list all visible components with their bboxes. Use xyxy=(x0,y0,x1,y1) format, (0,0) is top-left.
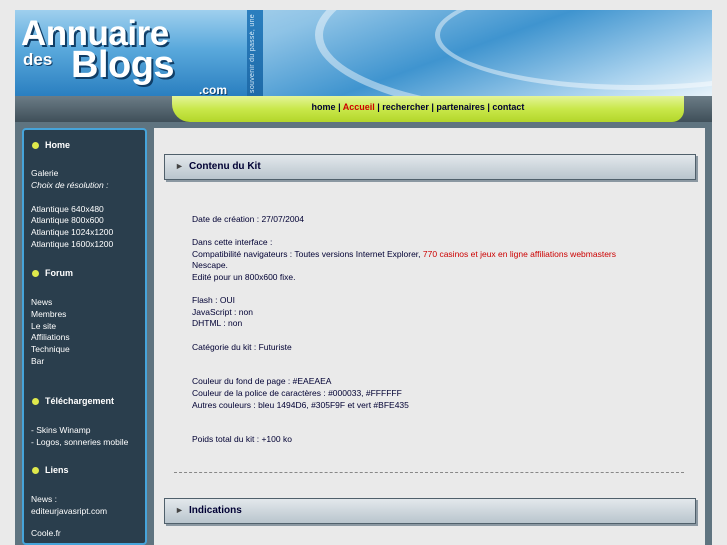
sidebar-heading-label: Téléchargement xyxy=(45,396,115,406)
kit-date: Date de création : 27/07/2004 xyxy=(192,214,304,224)
site-logo[interactable]: Annuaire des Blogs .com xyxy=(15,10,247,96)
sidebar-item-galerie[interactable]: Galerie xyxy=(31,168,113,180)
kit-autres: Autres couleurs : bleu 1494D6, #305F9F e… xyxy=(192,399,409,410)
kit-interface-label: Dans cette interface : xyxy=(192,237,273,248)
kit-categorie: Catégorie du kit : Futuriste xyxy=(192,341,292,352)
main-navigation: home | Accueil | rechercher | partenaire… xyxy=(172,102,664,112)
logo-blogs-text: Blogs xyxy=(71,44,175,86)
sidebar-item-logos-sonneries[interactable]: - Logos, sonneries mobile xyxy=(31,437,128,449)
sidebar-heading-forum: Forum xyxy=(32,268,73,278)
nav-link-contact[interactable]: contact xyxy=(492,102,524,112)
logo-tagline: souvenir du passé, une xyxy=(249,14,256,93)
sidebar-heading-liens: Liens xyxy=(32,465,69,475)
sidebar-list-forum: News Membres Le site Affiliations Techni… xyxy=(31,297,70,368)
logo-com-text: .com xyxy=(199,83,228,96)
arrow-right-icon: ► xyxy=(175,161,184,171)
sidebar-item-news-label: News : xyxy=(31,494,57,504)
kit-javascript: JavaScript : non xyxy=(192,306,253,317)
sidebar-item-affiliations[interactable]: Affiliations xyxy=(31,332,70,344)
logo-des-text: des xyxy=(23,50,53,69)
panel-title: Contenu du Kit xyxy=(189,161,261,172)
sidebar-item-coole[interactable]: Coole.fr xyxy=(31,528,107,540)
bullet-icon xyxy=(32,142,39,149)
sidebar-heading-label: Forum xyxy=(45,268,73,278)
sidebar-item-bar[interactable]: Bar xyxy=(31,356,70,368)
sidebar-heading-telechargement: Téléchargement xyxy=(32,396,114,406)
sidebar-heading-home: Home xyxy=(32,140,70,150)
nav-link-rechercher[interactable]: rechercher xyxy=(382,102,429,112)
panel-indications: ► Indications xyxy=(164,498,696,524)
sidebar-item-le-site[interactable]: Le site xyxy=(31,321,70,333)
bullet-icon xyxy=(32,467,39,474)
nav-link-accueil[interactable]: Accueil xyxy=(343,102,375,112)
nav-link-partenaires[interactable]: partenaires xyxy=(436,102,485,112)
sidebar-item-skins-winamp[interactable]: - Skins Winamp xyxy=(31,425,128,437)
panel-title: Indications xyxy=(189,505,242,516)
kit-police: Couleur de la police de caractères : #00… xyxy=(192,387,402,398)
resolution-label: Choix de résolution : xyxy=(31,179,109,190)
kit-fond: Couleur du fond de page : #EAEAEA xyxy=(192,376,332,387)
nav-link-home[interactable]: home xyxy=(312,102,336,112)
arrow-right-icon: ► xyxy=(175,505,184,515)
sidebar-heading-label: Liens xyxy=(45,465,69,475)
kit-dhtml: DHTML : non xyxy=(192,318,243,329)
sidebar-item-resolution[interactable]: Atlantique 1024x1200 xyxy=(31,227,113,239)
sidebar-list-home: Galerie Choix de résolution : Atlantique… xyxy=(31,168,113,251)
sidebar-heading-label: Home xyxy=(45,140,71,150)
kit-nescape: Nescape. xyxy=(192,260,228,271)
kit-compat: Compatibilité navigateurs : Toutes versi… xyxy=(192,249,692,261)
main-content: ► Contenu du Kit Date de création : 27/0… xyxy=(154,128,705,545)
nav-separator: | xyxy=(335,102,343,112)
kit-details: Date de création : 27/07/2004 Dans cette… xyxy=(192,214,692,446)
kit-poids: Poids total du kit : +100 ko xyxy=(192,434,292,445)
site-header: Annuaire des Blogs .com souvenir du pass… xyxy=(15,10,712,96)
sidebar-item-membres[interactable]: Membres xyxy=(31,309,70,321)
sidebar-list-liens: News : editeurjavasript.com Coole.fr xyxy=(31,494,107,539)
sidebar-item-resolution[interactable]: Atlantique 800x600 xyxy=(31,215,113,227)
logo-tagline-strip: souvenir du passé, une xyxy=(247,10,263,96)
bullet-icon xyxy=(32,398,39,405)
dotted-divider xyxy=(174,472,684,473)
sidebar: Home Galerie Choix de résolution : Atlan… xyxy=(22,128,147,545)
casino-link[interactable]: 770 casinos et jeux en ligne affiliation… xyxy=(423,249,616,259)
kit-compat-text: Compatibilité navigateurs : Toutes versi… xyxy=(192,248,421,259)
kit-flash: Flash : OUI xyxy=(192,295,235,306)
kit-edite: Edité pour un 800x600 fixe. xyxy=(192,271,296,282)
sidebar-item-editeurjavascript[interactable]: editeurjavasript.com xyxy=(31,506,107,518)
sidebar-item-news[interactable]: News xyxy=(31,297,70,309)
panel-contenu-du-kit: ► Contenu du Kit xyxy=(164,154,696,180)
bullet-icon xyxy=(32,270,39,277)
sidebar-item-technique[interactable]: Technique xyxy=(31,344,70,356)
sidebar-item-resolution[interactable]: Atlantique 640x480 xyxy=(31,204,113,216)
sidebar-list-telechargement: - Skins Winamp - Logos, sonneries mobile xyxy=(31,425,128,449)
sidebar-item-resolution[interactable]: Atlantique 1600x1200 xyxy=(31,239,113,251)
